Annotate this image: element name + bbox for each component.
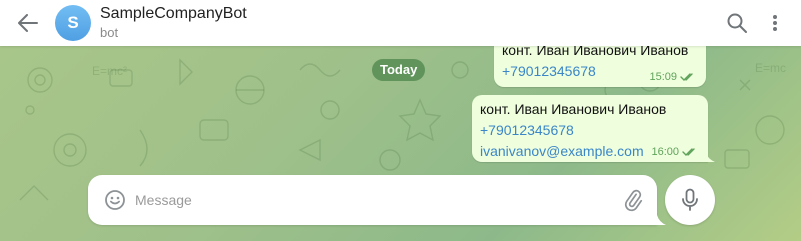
message-time: 15:09	[649, 71, 677, 83]
double-check-icon	[680, 73, 693, 81]
microphone-button[interactable]	[665, 175, 715, 225]
emoji-button[interactable]	[104, 189, 126, 211]
message-bubble[interactable]: конт. Иван Иванович Иванов +79012345678 …	[472, 95, 708, 162]
chat-header: S SampleCompanyBot bot	[0, 0, 801, 46]
chat-title: SampleCompanyBot	[100, 5, 247, 22]
message-input[interactable]	[135, 188, 605, 212]
paperclip-icon	[624, 189, 643, 212]
emoji-icon	[105, 190, 125, 210]
attach-button[interactable]	[621, 188, 645, 212]
bubble-tail	[702, 153, 715, 162]
composer-tail	[655, 215, 666, 225]
message-contact-name: конт. Иван Иванович Иванов	[480, 101, 667, 117]
chat-title-block[interactable]: SampleCompanyBot bot	[100, 4, 247, 41]
message-meta: 15:09	[649, 71, 696, 83]
avatar[interactable]: S	[55, 5, 91, 41]
svg-text:E=mc: E=mc	[755, 61, 786, 75]
microphone-icon	[682, 188, 698, 211]
more-menu-button[interactable]	[767, 12, 783, 34]
back-button[interactable]	[14, 10, 42, 36]
more-vertical-icon	[773, 15, 777, 31]
svg-text:E=mc²: E=mc²	[92, 64, 127, 78]
date-separator: Today	[372, 59, 426, 81]
message-meta: 16:00	[651, 146, 698, 158]
message-phone-link[interactable]: +79012345678	[480, 120, 698, 141]
arrow-left-icon	[18, 14, 38, 32]
search-button[interactable]	[726, 12, 748, 34]
message-time: 16:00	[651, 146, 679, 158]
chat-subtitle: bot	[100, 25, 119, 40]
search-icon	[727, 13, 747, 33]
double-check-icon	[682, 148, 695, 156]
